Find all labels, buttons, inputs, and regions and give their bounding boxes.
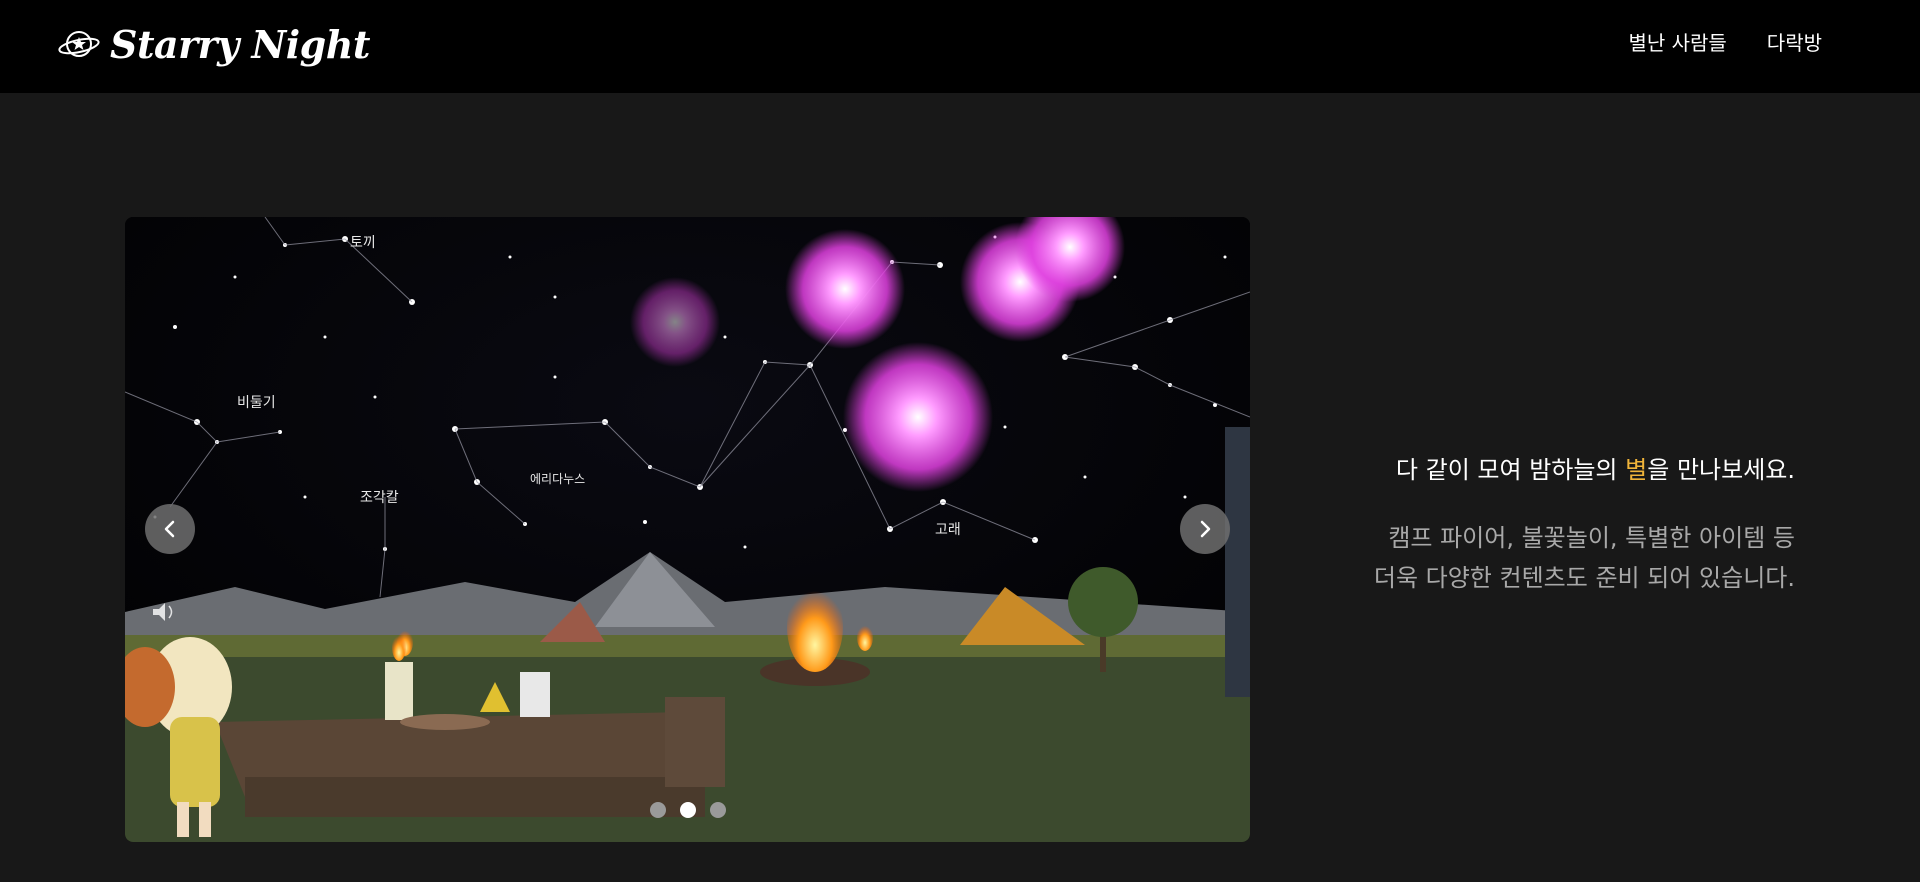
chevron-right-icon: [1200, 520, 1211, 538]
headline: 다 같이 모여 밤하늘의 별을 만나보세요.: [1300, 448, 1795, 492]
constellation-label-pigeon: 비둘기: [237, 395, 276, 411]
carousel-dot-3[interactable]: [709, 802, 726, 818]
constellation-label-rabbit: 토끼: [350, 235, 376, 251]
carousel-slide-image: [125, 217, 1250, 842]
headline-text-before: 다 같이 모여 밤하늘의: [1395, 456, 1626, 484]
description: 캠프 파이어, 불꽃놀이, 특별한 아이템 등 더욱 다양한 컨텐츠도 준비 되…: [1300, 518, 1795, 598]
description-line-2: 더욱 다양한 컨텐츠도 준비 되어 있습니다.: [1373, 564, 1795, 592]
nav-link-attic[interactable]: 다락방: [1767, 28, 1822, 58]
logo-text: Starry Night: [110, 21, 370, 67]
carousel-indicators: [125, 802, 1250, 818]
constellation-label-eridanus: 에리다누스: [530, 472, 586, 486]
headline-accent: 별: [1625, 456, 1648, 484]
headline-text-after: 을 만나보세요.: [1647, 456, 1795, 484]
constellation-label-sculptor: 조각칼: [360, 490, 399, 506]
description-line-1: 캠프 파이어, 불꽃놀이, 특별한 아이템 등: [1388, 524, 1795, 552]
nav-link-people[interactable]: 별난 사람들: [1628, 28, 1726, 58]
carousel-dot-2[interactable]: [679, 802, 696, 818]
chevron-left-icon: [164, 520, 175, 538]
carousel-next-button[interactable]: [1180, 504, 1230, 554]
planet-star-icon: [58, 31, 100, 57]
top-nav-bar: Starry Night 별난 사람들 다락방: [0, 0, 1920, 93]
carousel-prev-button[interactable]: [145, 504, 195, 554]
constellation-label-whale: 고래: [935, 522, 961, 538]
intro-copy: 다 같이 모여 밤하늘의 별을 만나보세요. 캠프 파이어, 불꽃놀이, 특별한…: [1300, 448, 1795, 598]
image-carousel: 토끼 비둘기 조각칼 에리다누스 고래: [125, 217, 1250, 842]
main-nav: 별난 사람들 다락방: [1628, 28, 1822, 58]
carousel-dot-1[interactable]: [649, 802, 666, 818]
flower-row: [125, 635, 1250, 657]
logo[interactable]: Starry Night: [58, 14, 370, 74]
signboard: [1225, 427, 1250, 697]
